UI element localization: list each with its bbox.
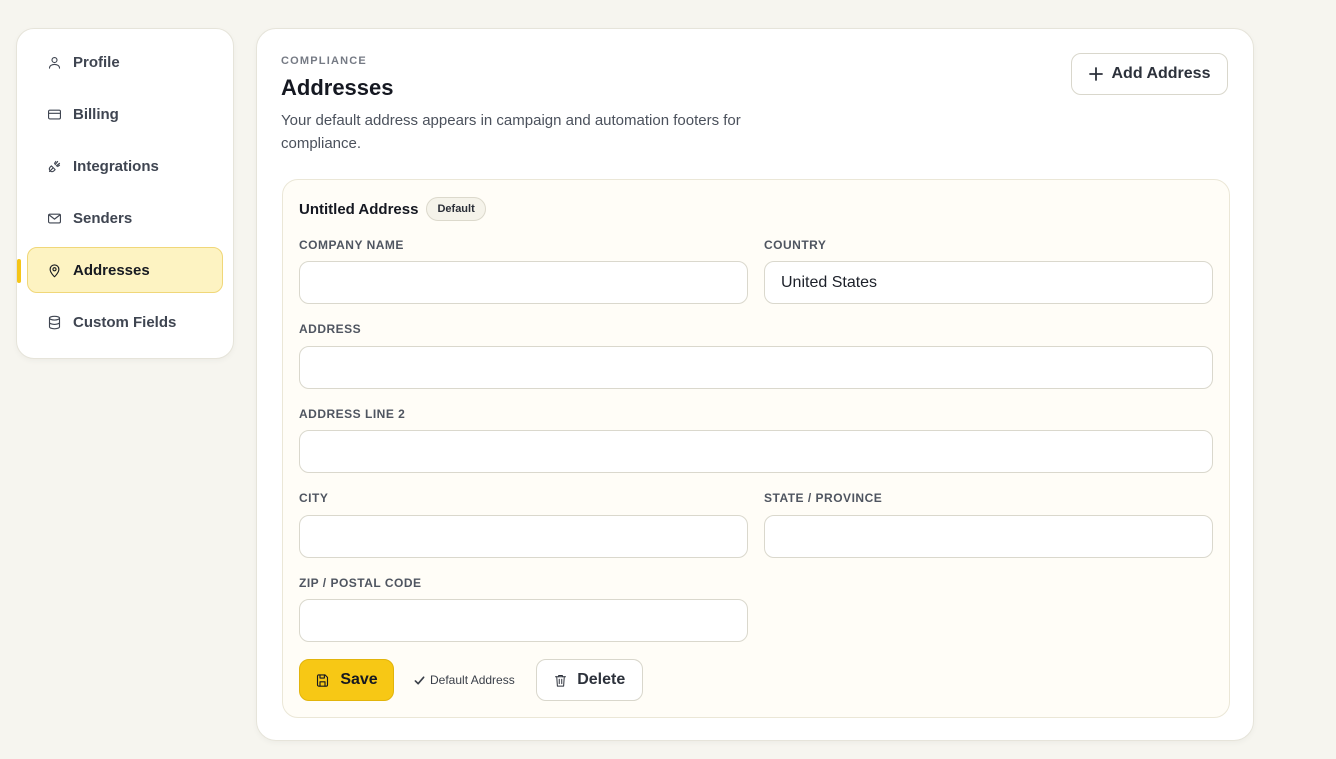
sidebar-item-label: Senders [73,209,133,227]
credit-card-icon [46,106,62,122]
delete-label: Delete [577,671,626,688]
check-icon [414,675,425,686]
country-input[interactable] [764,261,1213,304]
address-line-2-input[interactable] [299,430,1213,473]
company-name-input[interactable] [299,261,748,304]
city-label: CITY [299,491,329,505]
sidebar-item-addresses[interactable]: Addresses [17,247,223,293]
default-badge: Default [426,197,486,221]
address-card: Untitled Address Default COMPANY NAME CO… [282,179,1230,718]
sidebar-item-custom-fields[interactable]: Custom Fields [27,299,223,345]
sidebar-item-integrations[interactable]: Integrations [27,143,223,189]
add-address-button[interactable]: Add Address [1071,53,1228,95]
page-description: Your default address appears in campaign… [281,112,741,152]
user-icon [46,54,62,70]
delete-button[interactable]: Delete [535,659,643,701]
plus-icon [1088,67,1103,81]
state-label: STATE / PROVINCE [764,491,883,505]
default-address-toggle[interactable]: Default Address [414,673,515,687]
address-card-header: Untitled Address Default [299,197,486,221]
country-label: COUNTRY [764,238,827,252]
map-pin-icon [46,262,62,278]
sidebar-item-label: Billing [73,105,119,123]
save-icon [315,673,330,688]
save-label: Save [340,671,378,688]
addresses-panel: COMPLIANCE Addresses Your default addres… [256,28,1254,741]
address-name: Untitled Address [299,200,419,218]
trash-icon [553,673,568,688]
sidebar-item-senders[interactable]: Senders [27,195,223,241]
company-name-label: COMPANY NAME [299,238,404,252]
city-input[interactable] [299,515,748,558]
plug-icon [46,158,62,174]
sidebar-item-label: Custom Fields [73,313,177,331]
address-label: ADDRESS [299,322,362,336]
sidebar-item-label: Profile [73,53,120,71]
state-input[interactable] [764,515,1213,558]
mail-icon [46,210,62,226]
settings-sidebar: Profile Billing Integrations Senders Add… [16,28,234,359]
section-eyebrow: COMPLIANCE [281,55,367,67]
zip-input[interactable] [299,599,748,642]
database-icon [46,314,62,330]
page-title: Addresses [281,75,394,100]
sidebar-item-billing[interactable]: Billing [27,91,223,137]
add-address-label: Add Address [1111,65,1211,82]
sidebar-item-label: Addresses [73,261,150,279]
zip-label: ZIP / POSTAL CODE [299,576,422,590]
address-input[interactable] [299,346,1213,389]
default-address-label: Default Address [430,673,515,687]
address-line-2-label: ADDRESS LINE 2 [299,407,406,421]
sidebar-item-profile[interactable]: Profile [27,39,223,85]
sidebar-item-label: Integrations [73,157,159,175]
address-actions: Save Default Address Delete [299,659,643,701]
save-button[interactable]: Save [299,659,394,701]
